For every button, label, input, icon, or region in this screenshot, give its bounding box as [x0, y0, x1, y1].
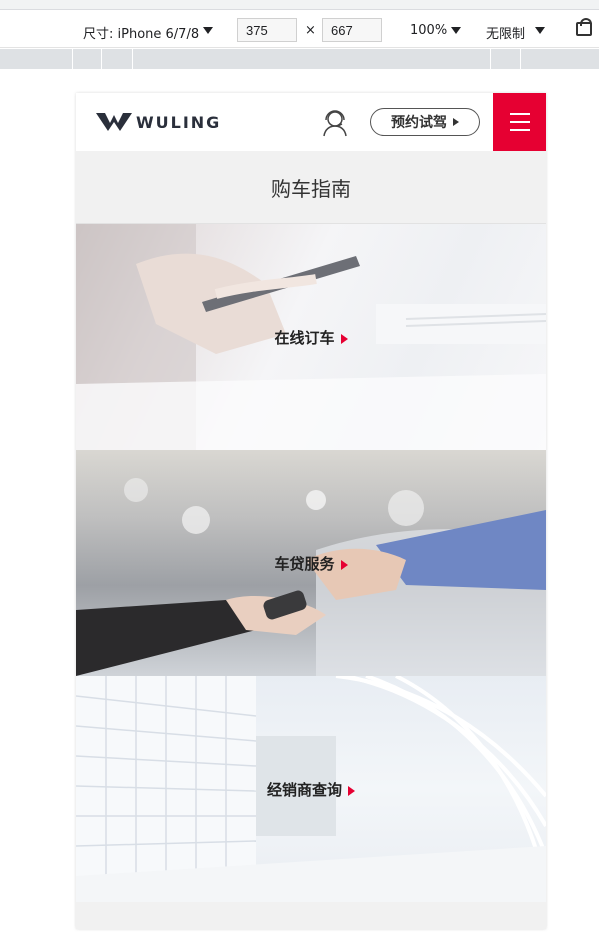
test-drive-label: 预约试驾 [391, 115, 447, 131]
arrow-right-icon [453, 118, 459, 126]
phone-viewport: WULING 预约试驾 购车指南 在线订车 车贷服务 经销商查询 [76, 93, 546, 929]
arrow-right-icon [348, 785, 355, 796]
card-label-text: 在线订车 [274, 329, 335, 347]
logo-text: WULING [136, 112, 222, 132]
card-car-loan-label[interactable]: 车贷服务 [76, 553, 546, 574]
dimension-separator: × [305, 23, 316, 38]
hamburger-icon [510, 121, 530, 123]
card-label-text: 车贷服务 [274, 555, 335, 573]
devtools-toolbar-row: 尺寸: iPhone 6/7/8 × 100% 无限制 [0, 14, 599, 48]
card-online-order-label[interactable]: 在线订车 [76, 327, 546, 348]
test-drive-button[interactable]: 预约试驾 [370, 108, 480, 136]
card-car-loan[interactable]: 车贷服务 [76, 450, 546, 676]
card-dealer-lookup[interactable]: 经销商查询 [76, 676, 546, 902]
ruler-segment[interactable] [101, 49, 132, 69]
card-label-text: 经销商查询 [266, 781, 342, 799]
wuling-logo-icon [96, 113, 132, 131]
card-online-order[interactable]: 在线订车 [76, 224, 546, 450]
devtools-device-toolbar: 尺寸: iPhone 6/7/8 × 100% 无限制 [0, 0, 599, 70]
arrow-right-icon [340, 559, 348, 570]
media-query-ruler[interactable] [0, 49, 599, 69]
customer-service-icon[interactable] [320, 107, 350, 137]
wuling-logo[interactable]: WULING [96, 110, 221, 134]
viewport-height-input[interactable] [322, 18, 382, 42]
hamburger-icon [510, 113, 530, 115]
ruler-segment[interactable] [72, 49, 101, 69]
site-header: WULING 预约试驾 [76, 93, 546, 151]
zoom-select-label[interactable]: 100% [410, 23, 447, 38]
throttle-select-label[interactable]: 无限制 [486, 23, 525, 42]
throttle-dropdown-icon[interactable] [535, 27, 545, 34]
viewport-width-input[interactable] [237, 18, 297, 42]
device-select-label[interactable]: 尺寸: iPhone 6/7/8 [83, 23, 199, 42]
ruler-segment[interactable] [132, 49, 490, 69]
footer-strip [76, 902, 546, 929]
device-dropdown-icon[interactable] [203, 27, 213, 34]
devtools-top-border [0, 0, 599, 10]
hamburger-icon [510, 129, 530, 131]
page-title: 购车指南 [76, 151, 546, 224]
card-dealer-lookup-label[interactable]: 经销商查询 [76, 779, 546, 800]
arrow-right-icon [340, 333, 348, 344]
menu-button[interactable] [493, 93, 546, 151]
ruler-segment[interactable] [520, 49, 549, 69]
zoom-dropdown-icon[interactable] [451, 27, 461, 34]
rotate-icon[interactable] [576, 18, 592, 36]
ruler-segment[interactable] [490, 49, 520, 69]
